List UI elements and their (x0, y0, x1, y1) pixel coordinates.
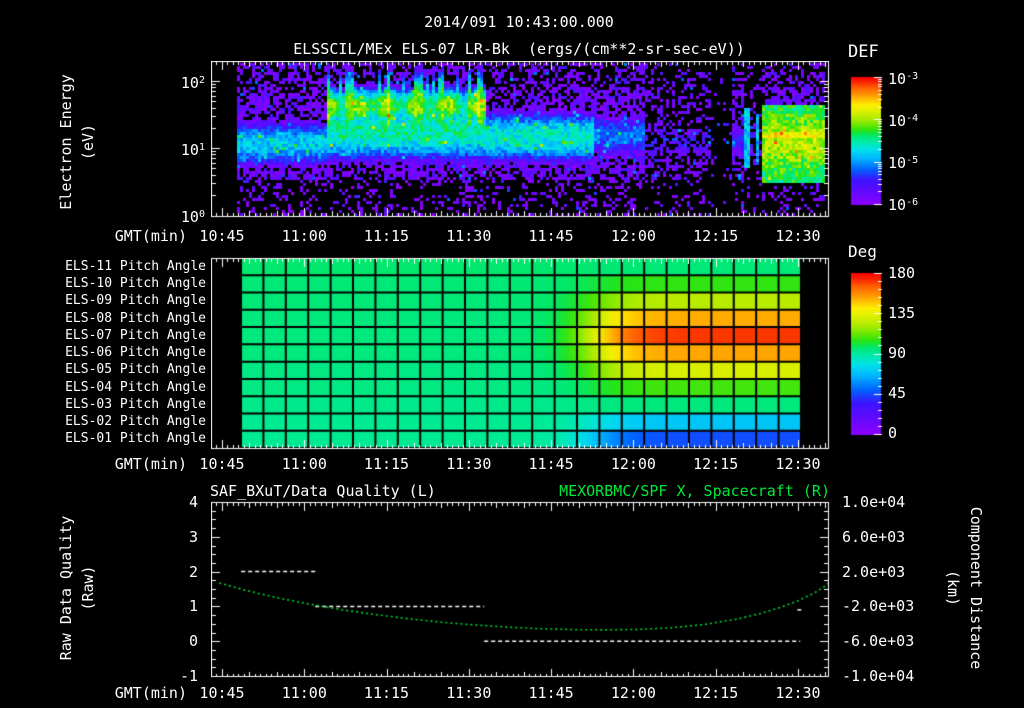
gmt-axis-label: GMT(min) (114, 684, 187, 702)
y-tick-label-left: 0 (188, 632, 198, 651)
row-label: ELS-02 Pitch Angle (65, 414, 206, 430)
x-tick-label: 11:30 (446, 684, 492, 702)
row-label: ELS-08 Pitch Angle (65, 310, 206, 326)
spectrogram-y-axis-units: (eV) (79, 123, 97, 161)
x-tick-label: 10:45 (199, 227, 245, 245)
x-tick-label: 11:15 (363, 455, 410, 473)
colorbar-tick-label: 90 (888, 344, 907, 362)
spectrogram-y-axis-label: Electron Energy (57, 74, 75, 210)
colorbar-tick-label: 0 (888, 424, 898, 442)
x-tick-label: 12:30 (775, 455, 821, 473)
line-plot-y-right-label: Component Distance (967, 506, 985, 670)
line-plot-title-right: MEXORBMC/SPF X, Spacecraft (R) (559, 482, 830, 500)
y-tick-label-right: 1.0e+04 (842, 493, 906, 511)
y-tick-label-left: 1 (188, 597, 198, 616)
y-tick-label-right: -1.0e+04 (842, 667, 915, 685)
y-tick-label-right: 6.0e+03 (842, 527, 906, 546)
y-tick-label: 100 (180, 208, 205, 226)
colorbar-tick-label: 10-3 (888, 70, 919, 88)
y-tick-label-left: -1 (179, 667, 198, 685)
row-label: ELS-09 Pitch Angle (65, 293, 206, 309)
x-tick-label: 12:00 (610, 684, 656, 702)
gmt-axis-label: GMT(min) (114, 455, 187, 473)
y-tick-label-right: -2.0e+03 (842, 597, 915, 616)
x-tick-label: 11:00 (281, 227, 327, 245)
x-tick-label: 11:00 (281, 684, 327, 702)
row-label: ELS-03 Pitch Angle (65, 396, 206, 412)
x-tick-label: 11:45 (528, 227, 574, 245)
y-tick-label-right: -6.0e+03 (842, 632, 915, 651)
colorbar-tick-label: 135 (888, 304, 916, 322)
deg-colorbar-title: Deg (848, 242, 877, 261)
spectrogram-plot (211, 61, 831, 219)
x-tick-label: 10:45 (199, 684, 245, 702)
x-tick-label: 11:30 (446, 227, 492, 245)
x-tick-label: 11:45 (528, 684, 574, 702)
x-tick-label: 12:00 (610, 455, 656, 473)
x-tick-label: 10:45 (199, 455, 245, 473)
line-plot-title-left: SAF_BXuT/Data Quality (L) (210, 482, 436, 500)
x-tick-label: 12:15 (693, 684, 739, 702)
row-label: ELS-10 Pitch Angle (65, 275, 206, 291)
row-label: ELS-04 Pitch Angle (65, 379, 206, 395)
colorbar-tick-label: 10-6 (888, 196, 919, 214)
y-tick-label-left: 2 (188, 562, 198, 581)
row-label: ELS-06 Pitch Angle (65, 345, 206, 360)
line-plot-y-right-units: (km) (944, 569, 962, 607)
x-tick-label: 11:00 (281, 455, 327, 473)
line-plot (211, 500, 831, 679)
colorbar-tick-label: 10-5 (888, 154, 919, 172)
colorbar-tick-label: 180 (888, 264, 916, 282)
x-tick-label: 12:00 (610, 227, 656, 245)
deg-colorbar (849, 271, 893, 437)
plot-viewer: { "header": { "timestamp": "2014/091 10:… (0, 0, 1024, 708)
line-plot-y-left-label: Raw Data Quality (57, 515, 75, 661)
def-colorbar (849, 75, 893, 207)
y-tick-label: 102 (180, 74, 205, 92)
plot-timestamp: 2014/091 10:43:00.000 (424, 13, 614, 31)
gmt-axis-label: GMT(min) (114, 227, 187, 245)
line-plot-y-left-units: (Raw) (79, 565, 97, 611)
y-tick-label-left: 4 (188, 493, 198, 511)
x-tick-label: 12:15 (693, 227, 739, 245)
row-label: ELS-07 Pitch Angle (65, 327, 206, 343)
def-colorbar-title: DEF (848, 42, 879, 62)
row-label: ELS-11 Pitch Angle (65, 258, 206, 274)
y-tick-label: 101 (180, 141, 205, 159)
x-tick-label: 11:15 (363, 227, 410, 245)
x-tick-label: 12:30 (775, 684, 821, 702)
x-tick-label: 12:30 (775, 227, 821, 245)
colorbar-tick-label: 45 (888, 384, 907, 402)
x-tick-label: 11:30 (446, 455, 492, 473)
row-label: ELS-05 Pitch Angle (65, 362, 206, 378)
pitch-angle-plot (211, 256, 831, 452)
row-label: ELS-01 Pitch Angle (65, 431, 206, 447)
x-tick-label: 11:45 (528, 455, 574, 473)
colorbar-tick-label: 10-4 (888, 112, 919, 130)
x-tick-label: 11:15 (363, 684, 410, 702)
y-tick-label-right: 2.0e+03 (842, 562, 906, 581)
x-tick-label: 12:15 (693, 455, 739, 473)
y-tick-label-left: 3 (188, 527, 198, 546)
